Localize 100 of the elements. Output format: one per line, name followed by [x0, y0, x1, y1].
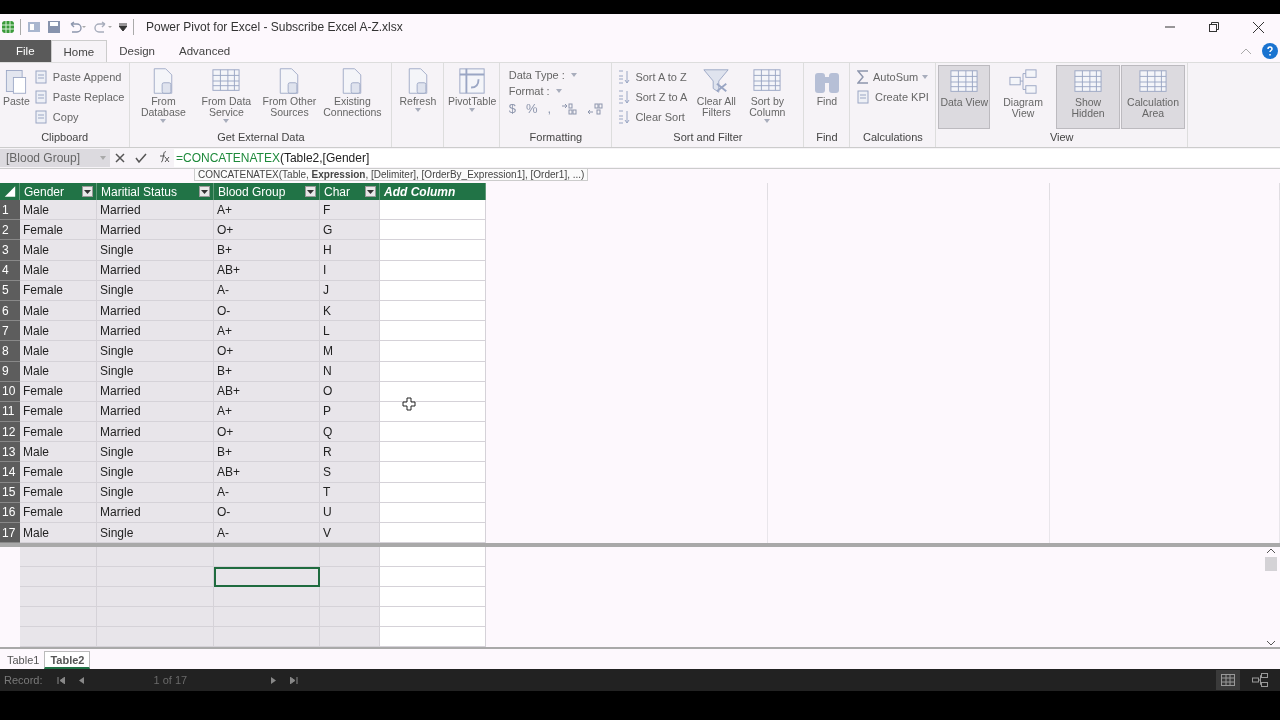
save-icon[interactable]: [47, 20, 61, 34]
table-cell: Male: [20, 300, 97, 322]
help-icon[interactable]: [1262, 43, 1278, 59]
first-record-icon[interactable]: [56, 676, 65, 684]
selected-calculation-cell[interactable]: [214, 567, 320, 587]
calculation-cell[interactable]: [380, 627, 486, 647]
calculation-cell[interactable]: [320, 627, 380, 647]
ribbon-button[interactable]: Existing Connections: [321, 65, 384, 129]
ribbon-button[interactable]: Clear Sort: [614, 107, 691, 126]
table-cell: B+: [214, 240, 320, 261]
ribbon-button[interactable]: Refresh: [398, 65, 438, 129]
ribbon-button[interactable]: From Data Service: [195, 65, 258, 129]
calculation-cell[interactable]: [320, 547, 380, 567]
sheet-tab[interactable]: Table1: [2, 651, 45, 669]
collapse-ribbon-icon[interactable]: [1240, 47, 1252, 55]
view-toggle-button[interactable]: Show Hidden: [1056, 65, 1121, 129]
column-header[interactable]: Char: [320, 183, 380, 200]
calculation-cell[interactable]: [97, 627, 214, 647]
scroll-down-icon[interactable]: [1266, 639, 1276, 647]
ribbon-button[interactable]: From Database: [132, 65, 195, 129]
customize-caret-icon[interactable]: [119, 23, 127, 31]
ribbon-button[interactable]: Paste: [2, 65, 31, 129]
table-cell: A+: [214, 401, 320, 423]
ribbon-button[interactable]: Find: [810, 65, 843, 129]
calculation-cell[interactable]: [320, 567, 380, 587]
next-record-icon[interactable]: [271, 676, 277, 684]
calculation-cell[interactable]: [214, 547, 320, 567]
ribbon-tab[interactable]: Design: [107, 40, 168, 62]
ribbon-button[interactable]: From Other Sources: [258, 65, 321, 129]
workbook-icon[interactable]: [27, 20, 41, 34]
calculation-cell[interactable]: [320, 587, 380, 607]
calculation-cell[interactable]: [214, 587, 320, 607]
row-number: 16: [0, 502, 20, 523]
row-number: 17: [0, 523, 20, 544]
ribbon-button[interactable]: PivotTable: [446, 65, 497, 129]
ribbon-tab[interactable]: Advanced: [167, 40, 243, 62]
row-number: 14: [0, 462, 20, 483]
calculation-cell[interactable]: [20, 567, 97, 587]
ribbon-button[interactable]: Sort Z to A: [614, 87, 691, 106]
sort-icon: [617, 69, 632, 84]
select-all-corner[interactable]: [0, 183, 20, 200]
scroll-up-icon[interactable]: [1266, 547, 1276, 555]
calculation-cell[interactable]: [20, 607, 97, 627]
redo-icon[interactable]: [93, 21, 113, 33]
ribbon-button[interactable]: Paste Append: [31, 67, 128, 86]
calculation-cell[interactable]: [380, 547, 486, 567]
calculation-cell[interactable]: [20, 627, 97, 647]
close-icon[interactable]: [1252, 21, 1264, 33]
calculation-cell[interactable]: [380, 587, 486, 607]
filter-dropdown-icon[interactable]: [365, 186, 376, 197]
table-cell: AB+: [214, 462, 320, 483]
sheet-tab[interactable]: Table2: [44, 651, 91, 669]
last-record-icon[interactable]: [290, 676, 299, 684]
table-cell: Married: [97, 422, 214, 443]
column-header[interactable]: Blood Group: [214, 183, 320, 200]
record-label: Record:: [4, 674, 43, 686]
ribbon-tab[interactable]: Home: [50, 40, 108, 62]
table-cell: O+: [214, 422, 320, 443]
formula-field[interactable]: =CONCATENATEX(Table2,[Gender]: [174, 149, 1280, 167]
calculation-cell[interactable]: [20, 587, 97, 607]
ribbon-button[interactable]: Sort A to Z: [614, 67, 691, 86]
add-column-header[interactable]: Add Column: [380, 183, 486, 200]
filter-dropdown-icon[interactable]: [82, 186, 93, 197]
format-button[interactable]: %: [525, 101, 538, 116]
ribbon-button[interactable]: AutoSum: [854, 67, 932, 86]
row-number: 13: [0, 442, 20, 463]
ribbon-button[interactable]: Copy: [31, 107, 128, 126]
calculation-cell[interactable]: [380, 607, 486, 627]
view-toggle-button[interactable]: Diagram View: [991, 65, 1056, 129]
ribbon-tab[interactable]: File: [0, 40, 51, 62]
ribbon-button[interactable]: Clear All Filters: [691, 65, 742, 129]
restore-icon[interactable]: [1209, 22, 1219, 32]
table-cell: Single: [97, 280, 214, 301]
table-cell: I: [320, 260, 380, 281]
filter-dropdown-icon[interactable]: [199, 186, 210, 197]
calculation-cell[interactable]: [380, 567, 486, 587]
filter-dropdown-icon[interactable]: [305, 186, 316, 197]
scrollbar-thumb[interactable]: [1265, 557, 1277, 571]
calculation-cell[interactable]: [320, 607, 380, 627]
calculation-cell[interactable]: [20, 547, 97, 567]
calculation-cell[interactable]: [97, 567, 214, 587]
previous-record-icon[interactable]: [78, 676, 84, 684]
view-toggle-button[interactable]: Calculation Area: [1121, 65, 1186, 129]
dropdown[interactable]: Format :: [508, 85, 604, 97]
table-cell: L: [320, 321, 380, 342]
calculation-cell[interactable]: [97, 547, 214, 567]
calculation-cell[interactable]: [97, 587, 214, 607]
grid-view-icon[interactable]: [1216, 670, 1240, 690]
name-box[interactable]: [Blood Group]: [0, 149, 110, 167]
small-doc-icon: [34, 89, 49, 104]
decrease-decimal-icon[interactable]: [587, 102, 604, 115]
dropdown[interactable]: Data Type :: [508, 69, 604, 81]
view-toggle-button[interactable]: Data View: [938, 65, 991, 129]
calculation-cell[interactable]: [214, 627, 320, 647]
column-header[interactable]: Maritial Status: [97, 183, 214, 200]
ribbon-button[interactable]: Create KPI: [854, 87, 932, 106]
ribbon-button[interactable]: Sort by Column: [742, 65, 793, 129]
column-header[interactable]: Gender: [20, 183, 97, 200]
increase-decimal-icon[interactable]: [561, 102, 578, 115]
ribbon-button[interactable]: Paste Replace: [31, 87, 128, 106]
